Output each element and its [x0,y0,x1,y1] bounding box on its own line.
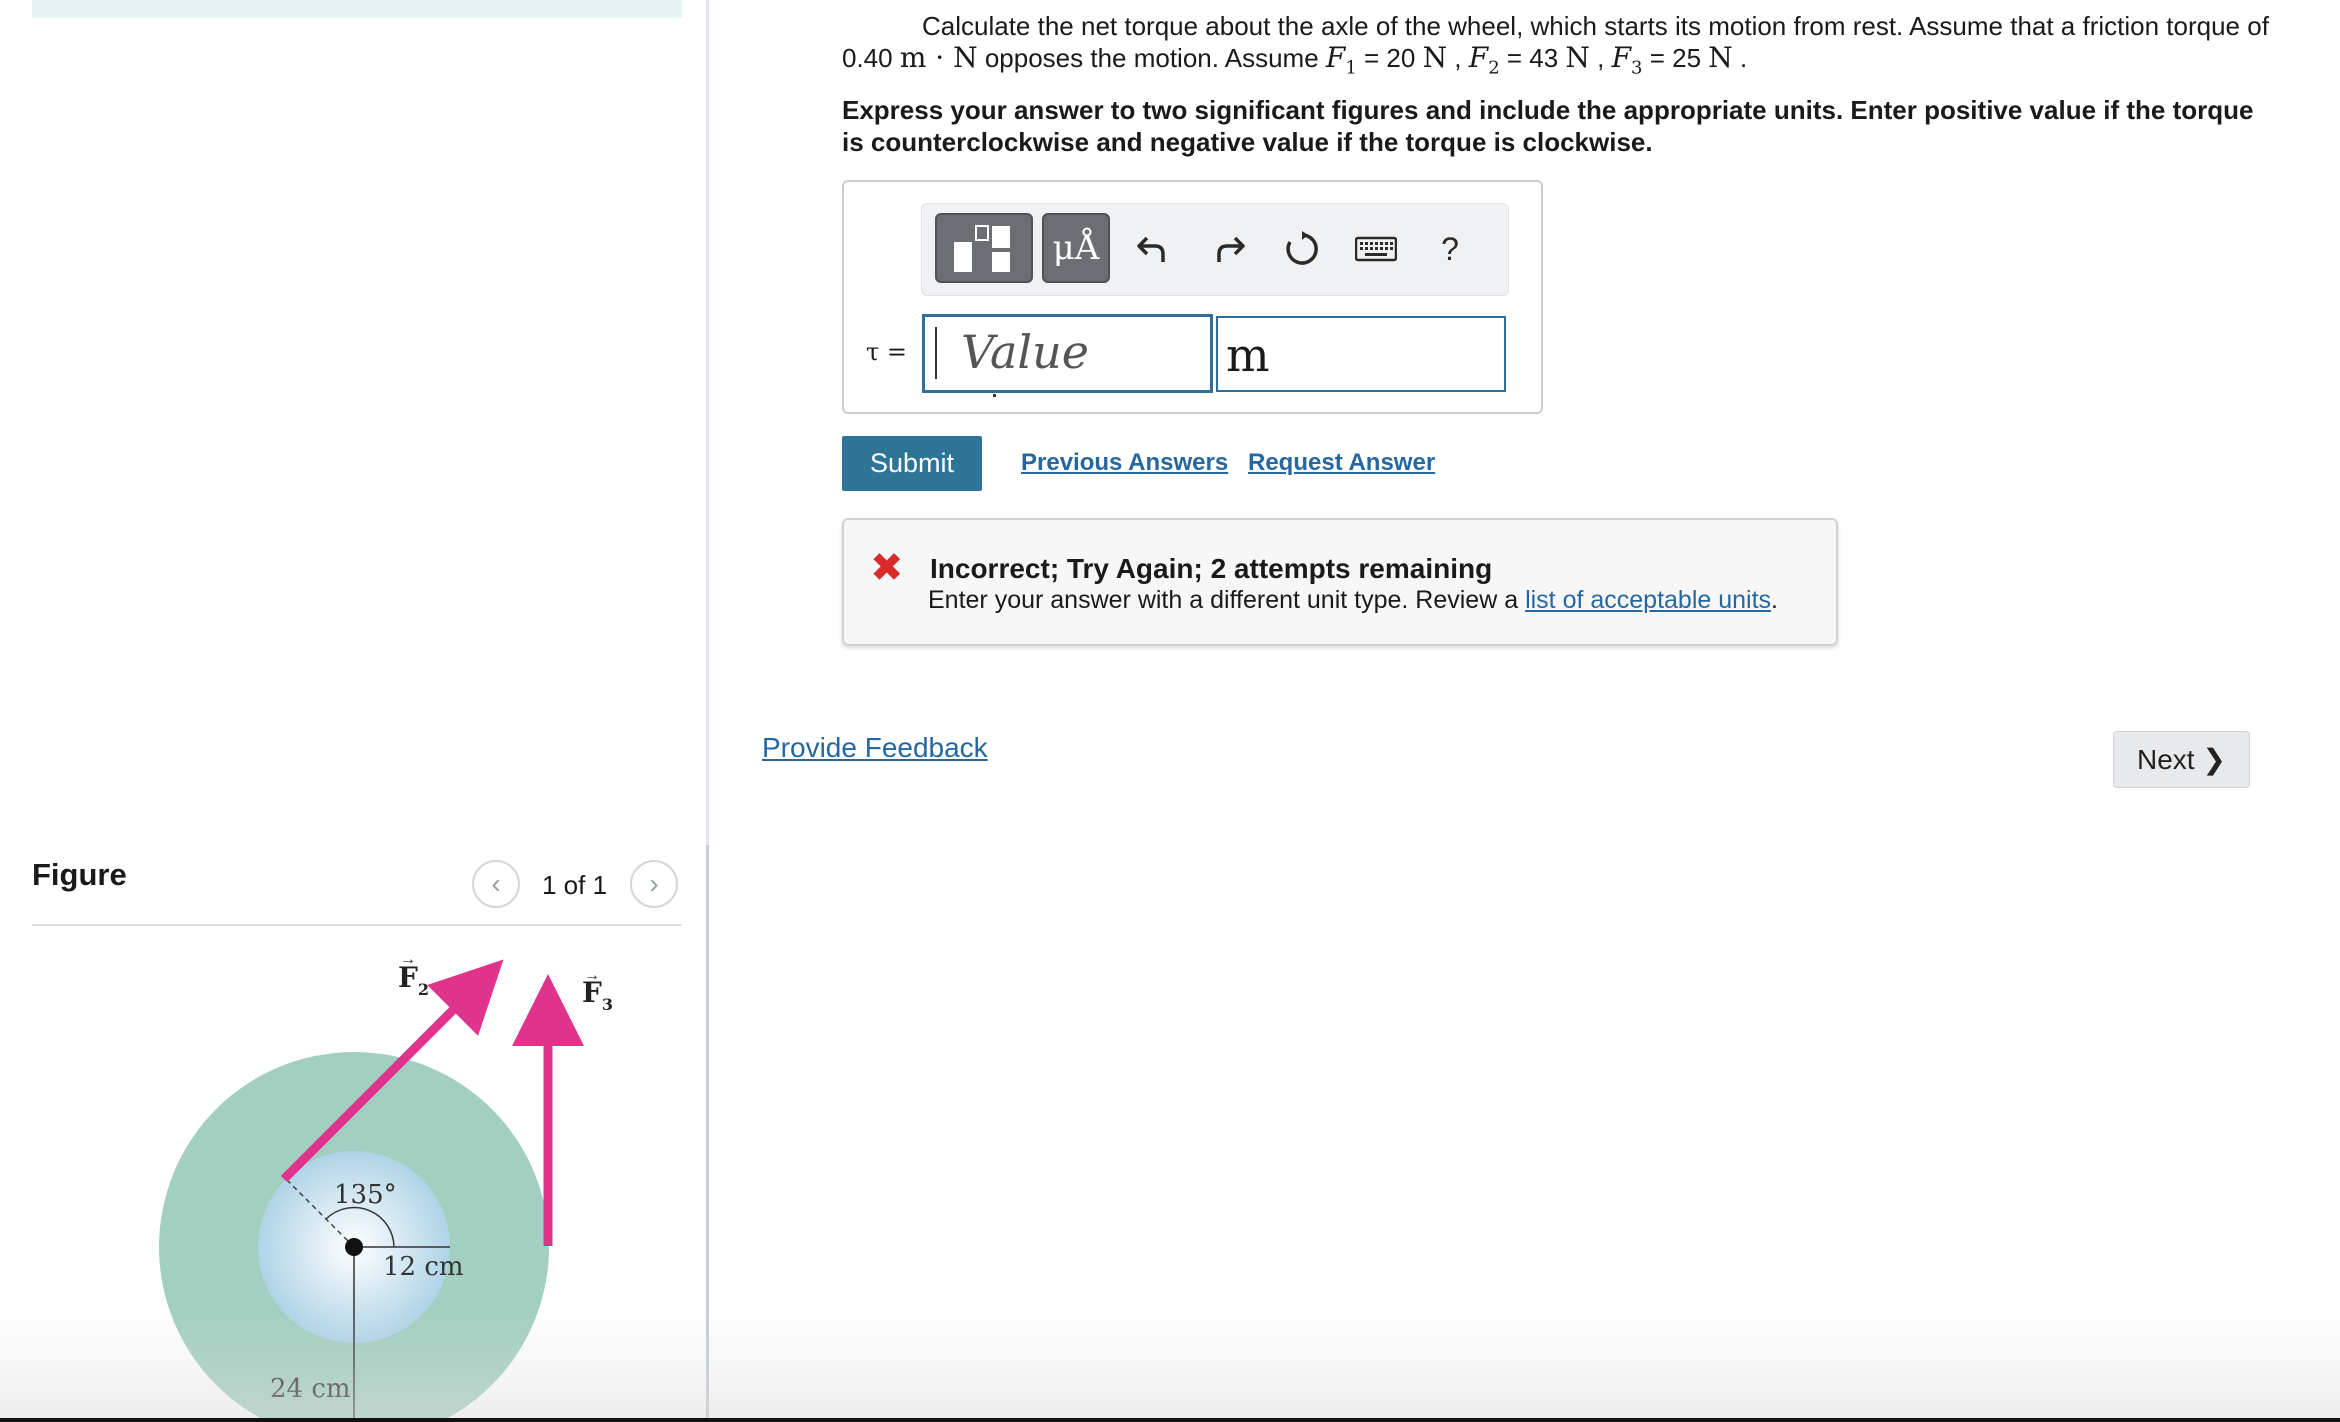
outer-radius-label: 24 cm [270,1374,351,1404]
unit-value: m [1226,328,1270,382]
redo-icon[interactable] [1206,225,1254,273]
next-button[interactable]: Next ❯ [2113,731,2250,788]
panel-divider-lower [706,845,709,1422]
previous-answers-link[interactable]: Previous Answers [1021,449,1228,477]
axle [345,1238,363,1256]
incorrect-x-icon: ✖ [870,546,904,590]
text-caret [935,327,937,379]
templates-icon [954,225,1010,272]
figure-divider [32,924,682,926]
question-instructions: Express your answer to two significant f… [842,95,2254,157]
wheel-figure: F2 → F3 → 135° 12 cm 24 cm [159,951,613,1422]
left-panel-top-band [32,0,682,18]
value-placeholder: Value [961,325,1089,379]
request-answer-link[interactable]: Request Answer [1248,449,1435,477]
reset-icon[interactable] [1278,225,1326,273]
figure-next-button[interactable]: › [630,860,678,908]
help-button[interactable]: ? [1426,225,1474,273]
input-dot [993,394,996,397]
question-text: Calculate the net torque about the axle … [842,11,2269,79]
figure-prev-button[interactable]: ‹ [472,860,520,908]
submit-button[interactable]: Submit [842,436,982,491]
feedback-message: Enter your answer with a different unit … [928,586,1778,614]
provide-feedback-link[interactable]: Provide Feedback [762,732,988,764]
value-input[interactable]: Value [922,314,1213,393]
templates-button[interactable] [935,213,1033,283]
window-bottom-edge [0,1418,2340,1422]
undo-icon[interactable] [1128,225,1176,273]
answer-label: τ = [866,338,908,366]
units-button[interactable]: μÅ [1042,213,1110,283]
figure-counter: 1 of 1 [542,870,608,900]
figure-title: Figure [32,857,127,892]
unit-input[interactable]: m [1216,316,1506,392]
feedback-title: Incorrect; Try Again; 2 attempts remaini… [930,553,1493,584]
acceptable-units-link[interactable]: list of acceptable units [1525,586,1771,614]
chevron-right-icon: ❯ [2202,744,2227,775]
keyboard-icon[interactable] [1352,225,1400,273]
f2-vector-arrow: → [400,951,416,968]
f3-vector-arrow: → [584,967,600,984]
inner-radius-label: 12 cm [383,1252,464,1282]
angle-label: 135° [334,1180,397,1210]
